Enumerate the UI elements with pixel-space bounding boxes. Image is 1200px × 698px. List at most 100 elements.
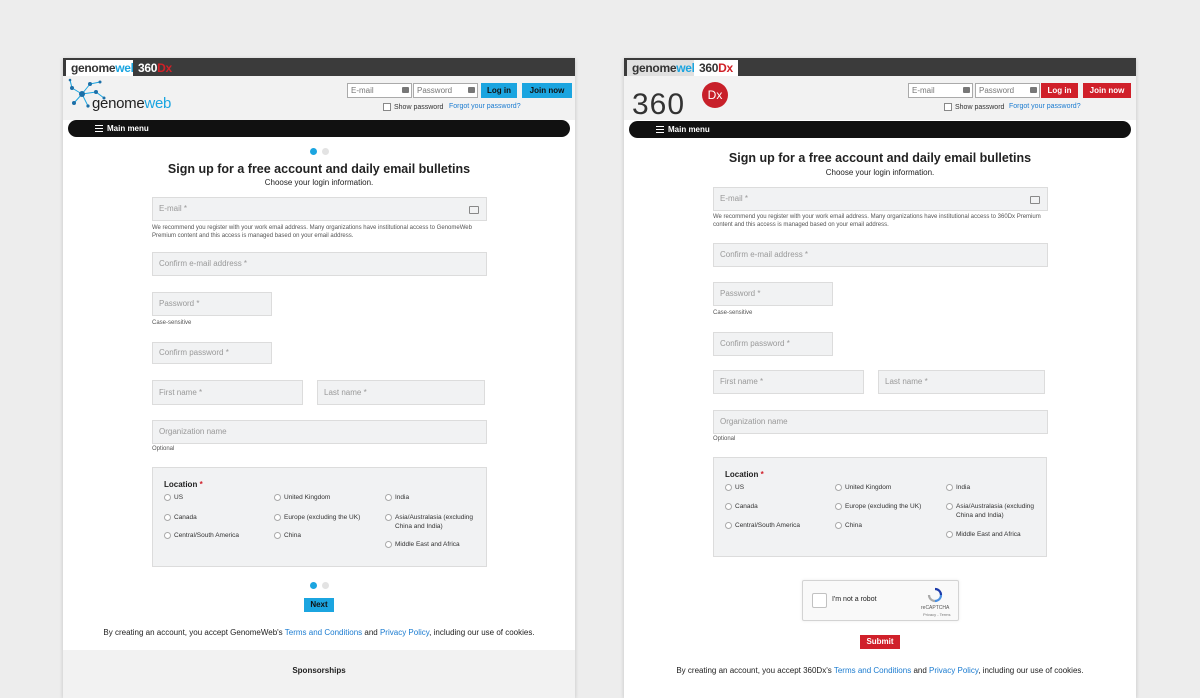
radio-circle[interactable] [725,522,732,529]
hamburger-icon [656,126,664,133]
main-menu-label: Main menu [668,125,710,134]
site-header: 360 Dx E-mail Password Log in Join now S… [624,76,1136,121]
forgot-password-link[interactable]: Forgot your password? [449,103,521,110]
login-button[interactable]: Log in [1041,83,1078,98]
confirm-email-field[interactable]: Confirm e-mail address * [152,252,487,276]
tab-360dx[interactable]: 360Dx [694,60,738,76]
submit-button[interactable]: Submit [860,635,900,649]
privacy-link[interactable]: Privacy Policy [929,666,978,675]
radio-circle[interactable] [274,494,281,501]
recaptcha-links[interactable]: Privacy - Terms [923,612,950,617]
tab-genomeweb[interactable]: genomeweb [627,60,704,76]
radio-circle[interactable] [164,514,171,521]
organization-field[interactable]: Organization name [713,410,1048,434]
radio-label: Central/South America [174,532,240,539]
hamburger-icon [95,125,103,132]
email-field[interactable]: E-mail * [713,187,1048,211]
optional-note: Optional [713,436,736,442]
recaptcha-brand: reCAPTCHA [921,605,950,611]
privacy-link[interactable]: Privacy Policy [380,628,429,637]
radio-circle[interactable] [835,503,842,510]
tab-360dx-part2: Dx [718,61,733,75]
radio-circle[interactable] [725,503,732,510]
360dx-logo-badge: Dx [702,82,728,108]
email-help-text: We recommend you register with your work… [152,225,472,239]
email-field[interactable]: E-mail * [152,197,487,221]
terms-notice: By creating an account, you accept Genom… [63,628,575,637]
step-dot-2[interactable] [322,148,329,155]
radio-circle[interactable] [835,484,842,491]
radio-circle[interactable] [835,522,842,529]
radio-circle[interactable] [274,514,281,521]
site-tab-bar: genomeweb 360Dx [624,58,1136,76]
first-name-field[interactable]: First name * [152,380,303,405]
forgot-password-link[interactable]: Forgot your password? [1009,103,1081,110]
radio-circle[interactable] [946,503,953,510]
last-name-field[interactable]: Last name * [878,370,1045,394]
keyboard-icon [963,87,970,93]
login-button[interactable]: Log in [481,83,517,98]
step-dot-1[interactable] [310,582,317,589]
confirm-password-field[interactable]: Confirm password * [152,342,272,364]
confirm-email-field[interactable]: Confirm e-mail address * [713,243,1048,267]
radio-circle[interactable] [164,494,171,501]
join-now-button[interactable]: Join now [1083,83,1131,98]
required-mark: * [199,480,203,489]
password-field[interactable]: Password * [152,292,272,316]
show-password-checkbox[interactable] [944,103,952,111]
360dx-logo[interactable]: 360 Dx [632,82,742,121]
recaptcha-widget: I'm not a robot reCAPTCHA Privacy - Term… [802,580,959,621]
organization-field[interactable]: Organization name [152,420,487,444]
page-title: Sign up for a free account and daily ema… [167,162,471,176]
confirm-password-field[interactable]: Confirm password * [713,332,833,356]
radio-label: Central/South America [735,522,801,529]
keyboard-icon [1030,196,1040,204]
main-menu-bar[interactable]: Main menu [68,120,570,137]
recaptcha-icon [927,587,943,603]
recaptcha-label: I'm not a robot [832,596,877,603]
login-email-input[interactable]: E-mail [908,83,973,98]
optional-note: Optional [152,446,175,452]
site-header: genomeweb E-mail Password Log in Join no… [63,76,575,120]
radio-circle[interactable] [385,514,392,521]
last-name-field[interactable]: Last name * [317,380,485,405]
genomeweb-logo[interactable]: genomeweb [68,78,188,118]
terms-link[interactable]: Terms and Conditions [834,666,911,675]
tab-genomeweb[interactable]: genomeweb [66,60,143,76]
radio-circle[interactable] [274,532,281,539]
tab-360dx-part1: 360 [138,61,158,75]
show-password-checkbox[interactable] [383,103,391,111]
recaptcha-checkbox[interactable] [812,593,827,608]
login-email-input[interactable]: E-mail [347,83,412,98]
site-tab-bar: genomeweb 360Dx [63,58,575,76]
radio-circle[interactable] [946,531,953,538]
login-password-input[interactable]: Password [413,83,478,98]
next-button[interactable]: Next [304,598,334,612]
terms-and: and [364,628,378,637]
step-dot-1[interactable] [310,148,317,155]
organization-placeholder: Organization name [720,417,788,426]
first-name-field[interactable]: First name * [713,370,864,394]
show-password-label: Show password [394,103,444,111]
genomeweb-wordmark: genomeweb [92,95,171,112]
radio-circle[interactable] [164,532,171,539]
main-menu-bar[interactable]: Main menu [629,121,1131,138]
login-password-input[interactable]: Password [975,83,1040,98]
show-password-toggle[interactable]: Show password [383,103,443,111]
tab-360dx[interactable]: 360Dx [133,60,177,76]
step-dot-2[interactable] [322,582,329,589]
location-group: Location * US United Kingdom India Canad… [152,467,487,567]
radio-circle[interactable] [385,494,392,501]
password-field[interactable]: Password * [713,282,833,306]
join-now-button[interactable]: Join now [522,83,572,98]
radio-circle[interactable] [385,541,392,548]
show-password-toggle[interactable]: Show password [944,103,1004,111]
radio-circle[interactable] [946,484,953,491]
terms-link[interactable]: Terms and Conditions [285,628,362,637]
360dx-signup-panel: genomeweb 360Dx 360 Dx E-mail Password L… [624,58,1136,698]
radio-circle[interactable] [725,484,732,491]
confirm-email-placeholder: Confirm e-mail address * [720,250,809,259]
location-title: Location * [164,480,203,489]
radio-label: Middle East and Africa [395,541,460,548]
location-title-text: Location [725,470,759,479]
